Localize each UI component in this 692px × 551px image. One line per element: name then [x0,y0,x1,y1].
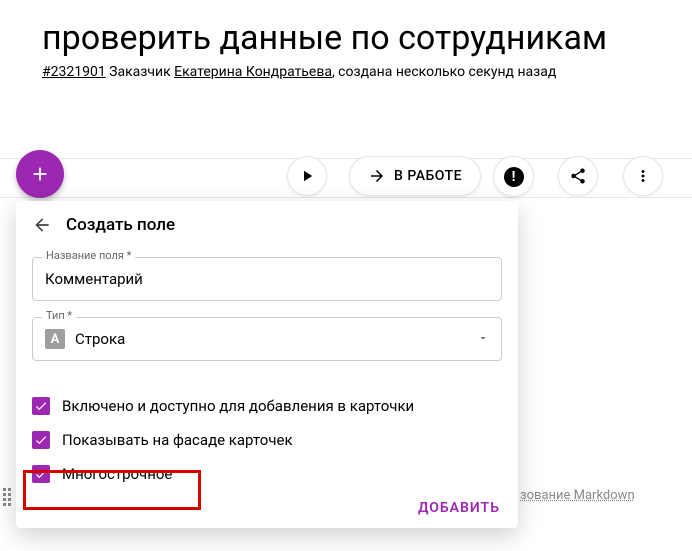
page-title: проверить данные по сотрудникам [42,18,692,58]
priority-button[interactable]: ! [493,156,534,197]
subtitle: #2321901 Заказчик Екатерина Кондратьева,… [42,64,692,80]
create-field-panel: Создать поле Название поля * Тип * A Стр… [16,201,518,528]
in-work-label: В РАБОТЕ [394,168,462,184]
checkbox-multiline[interactable]: Многострочное [16,457,518,491]
arrow-right-icon [368,167,386,185]
share-button[interactable] [558,156,598,196]
checkbox-enabled[interactable]: Включено и доступно для добавления в кар… [16,389,518,423]
panel-title: Создать поле [66,215,175,235]
plus-icon [29,163,51,185]
type-select[interactable]: A Строка [32,317,502,361]
checkbox-icon [32,397,50,415]
type-letter-icon: A [45,329,65,349]
play-button[interactable] [287,156,327,196]
in-work-button[interactable]: В РАБОТЕ [349,156,481,196]
chevron-down-icon [477,330,489,348]
markdown-hint: зование Markdown [520,488,635,503]
checkbox-label: Показывать на фасаде карточек [62,431,293,449]
type-field-label: Тип * [42,309,76,322]
add-fab-button[interactable] [16,150,64,198]
arrow-left-icon [32,215,52,235]
customer-label: Заказчик [106,64,174,80]
priority-icon: ! [504,167,524,187]
checkbox-label: Включено и доступно для добавления в кар… [62,397,414,415]
checkbox-label: Многострочное [62,465,172,483]
type-value: Строка [75,330,467,348]
created-text: , создана несколько секунд назад [332,64,556,80]
submit-button[interactable]: ДОБАВИТЬ [418,500,500,516]
more-button[interactable] [623,156,663,196]
customer-name-link[interactable]: Екатерина Кондратьева [174,64,332,80]
share-icon [569,167,587,185]
checkbox-facade[interactable]: Показывать на фасаде карточек [16,423,518,457]
task-id-link[interactable]: #2321901 [42,64,106,80]
name-field-label: Название поля * [42,249,135,262]
drag-handle-icon [3,488,11,506]
play-icon [298,167,316,185]
name-field-input[interactable] [32,257,502,301]
checkbox-icon [32,431,50,449]
more-vert-icon [634,167,652,185]
checkbox-icon [32,465,50,483]
back-button[interactable] [32,215,52,235]
